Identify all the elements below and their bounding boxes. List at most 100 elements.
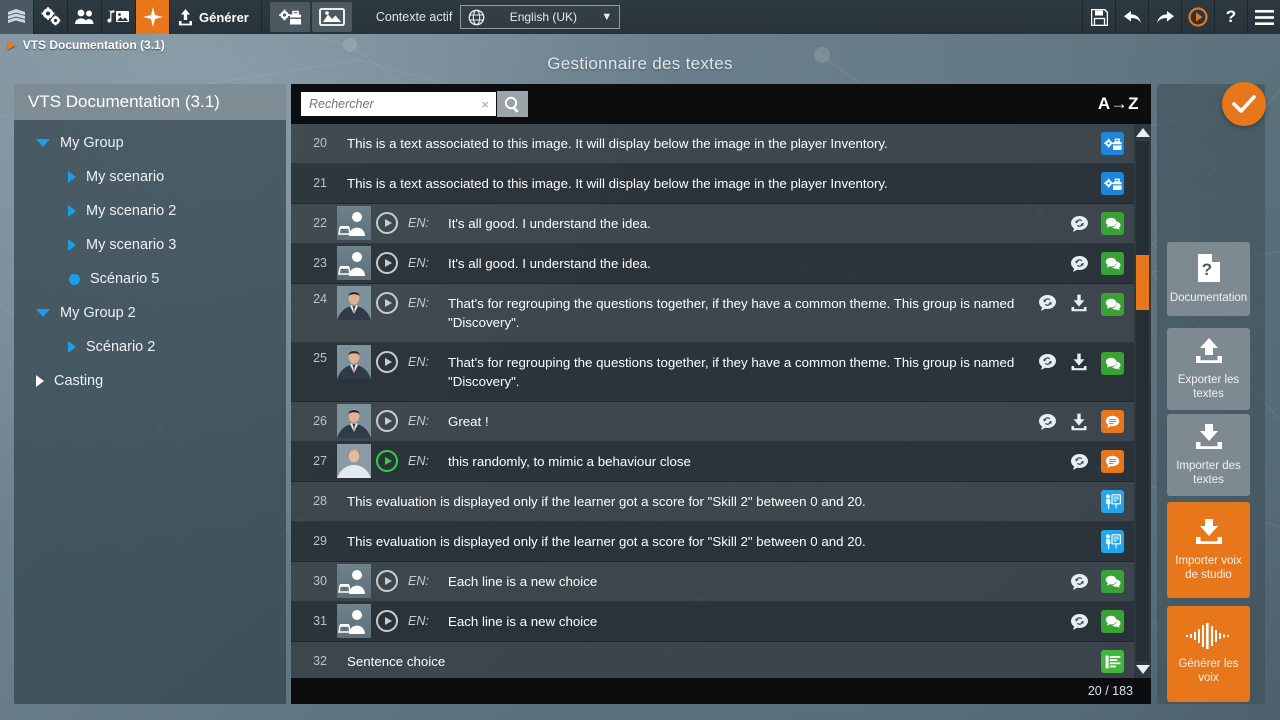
save-icon[interactable] [1082,0,1115,34]
table-row[interactable]: 29 This evaluation is displayed only if t… [291,522,1134,562]
evaluation-badge[interactable] [1101,490,1124,513]
row-text[interactable]: That's for regrouping the questions toge… [448,343,1037,399]
table-row[interactable]: 32 Sentence choice [291,642,1134,678]
scroll-down-icon[interactable] [1135,665,1150,674]
play-icon[interactable] [1181,0,1214,34]
help-icon[interactable]: ? [1214,0,1247,34]
voice-status-green-badge[interactable] [1101,252,1124,275]
import-studio-voice-button[interactable]: Importer voix de studio [1167,502,1250,598]
table-row[interactable]: 20 This is a text associated to this imag… [291,124,1134,164]
table-row[interactable]: 22 EN: It's all good. I understand the ide… [291,204,1134,244]
sidebar-item[interactable]: Scénario 5 [14,262,286,296]
avatar[interactable] [337,564,371,598]
caret-down-icon[interactable] [36,139,50,147]
inventory-item-badge[interactable] [1101,132,1124,155]
avatar[interactable] [337,404,371,438]
play-audio-button[interactable] [376,570,398,592]
avatar[interactable] [337,604,371,638]
sync-bubble-icon[interactable] [1069,214,1089,234]
row-text[interactable]: It's all good. I understand the idea. [448,244,1069,281]
sync-bubble-icon[interactable] [1037,293,1057,313]
table-row[interactable]: 26 EN: Great ! [291,402,1134,442]
play-audio-button[interactable] [376,450,398,472]
generate-voices-button[interactable]: Générer les voix [1167,606,1250,702]
scenario-icon[interactable] [0,0,34,34]
voice-status-green-badge[interactable] [1101,610,1124,633]
avatar[interactable] [337,206,371,240]
voice-status-orange-badge[interactable] [1101,450,1124,473]
download-icon[interactable] [1069,352,1089,372]
table-row[interactable]: 31 EN: Each line is a new choice [291,602,1134,642]
caret-right-icon[interactable] [68,239,76,251]
caret-down-icon[interactable] [36,309,50,317]
settings-icon[interactable] [34,0,68,34]
toolbox-icon[interactable] [269,2,310,32]
sync-bubble-icon[interactable] [1069,612,1089,632]
caret-right-icon[interactable] [68,205,76,217]
play-audio-button[interactable] [376,351,398,373]
voice-status-green-badge[interactable] [1101,293,1124,316]
sync-bubble-icon[interactable] [1069,452,1089,472]
caret-right-icon[interactable] [68,341,76,353]
sidebar-item[interactable]: My Group 2 [14,296,286,330]
table-row[interactable]: 21 This is a text associated to this imag… [291,164,1134,204]
caret-right-icon[interactable] [36,375,44,387]
sync-bubble-icon[interactable] [1037,412,1057,432]
evaluation-badge[interactable] [1101,530,1124,553]
play-audio-button[interactable] [376,410,398,432]
sync-bubble-icon[interactable] [1069,254,1089,274]
download-icon[interactable] [1069,293,1089,313]
list-scrollbar[interactable] [1134,124,1151,678]
generate-button[interactable]: Générer [170,0,262,34]
media-icon[interactable] [102,0,136,34]
table-row[interactable]: 23 EN: It's all good. I understand the ide… [291,244,1134,284]
inventory-item-badge[interactable] [1101,172,1124,195]
play-audio-button[interactable] [376,252,398,274]
sidebar-item[interactable]: My scenario 2 [14,194,286,228]
avatar[interactable] [337,286,371,320]
voice-status-orange-badge[interactable] [1101,410,1124,433]
sidebar-item[interactable]: My scenario [14,160,286,194]
export-texts-button[interactable]: Exporter les textes [1167,328,1250,410]
row-text[interactable]: This evaluation is displayed only if the… [337,522,1101,559]
sync-bubble-icon[interactable] [1069,572,1089,592]
language-selector[interactable]: English (UK) ▼ [460,5,621,29]
row-text[interactable]: Sentence choice [337,642,1101,678]
sidebar-item[interactable]: My Group [14,126,286,160]
sentence-choice-badge[interactable] [1101,650,1124,673]
sort-az-button[interactable]: A→Z [1098,94,1139,114]
sidebar-item[interactable]: Scénario 2 [14,330,286,364]
breadcrumb[interactable]: ▶ VTS Documentation (3.1) [0,34,1280,56]
table-row[interactable]: 25 EN: That's for regrouping the questions… [291,343,1134,402]
clear-search-icon[interactable]: × [478,97,492,112]
row-text[interactable]: this randomly, to mimic a behaviour clos… [448,442,1069,479]
table-row[interactable]: 27 EN: this randomly, to mimic a behaviour… [291,442,1134,482]
chevron-down-icon[interactable]: ▼ [601,11,612,23]
row-text[interactable]: That's for regrouping the questions toge… [448,284,1037,340]
voice-status-green-badge[interactable] [1101,570,1124,593]
row-text[interactable]: It's all good. I understand the idea. [448,204,1069,241]
row-text[interactable]: Each line is a new choice [448,562,1069,599]
play-audio-button[interactable] [376,212,398,234]
row-text[interactable]: Great ! [448,402,1037,439]
table-row[interactable]: 24 EN: That's for regrouping the questions… [291,284,1134,343]
avatar[interactable] [337,345,371,379]
row-text[interactable]: Each line is a new choice [448,602,1069,639]
row-text[interactable]: This is a text associated to this image.… [337,164,1101,201]
sync-bubble-icon[interactable] [1037,352,1057,372]
table-row[interactable]: 28 This evaluation is displayed only if t… [291,482,1134,522]
search-input[interactable] [309,97,479,111]
import-texts-button[interactable]: Importer des textes [1167,414,1250,496]
documentation-button[interactable]: ? Documentation [1167,242,1250,316]
redo-icon[interactable] [1148,0,1181,34]
search-box[interactable]: × [301,92,496,116]
scroll-up-icon[interactable] [1135,128,1150,137]
sidebar-item[interactable]: Casting [14,364,286,398]
scrollbar-thumb[interactable] [1136,255,1149,310]
search-icon[interactable] [497,91,528,117]
caret-right-icon[interactable] [68,171,76,183]
scrollbar-track[interactable] [1136,141,1149,661]
menu-icon[interactable] [1247,0,1280,34]
row-text[interactable]: This evaluation is displayed only if the… [337,482,1101,519]
table-row[interactable]: 30 EN: Each line is a new choice [291,562,1134,602]
